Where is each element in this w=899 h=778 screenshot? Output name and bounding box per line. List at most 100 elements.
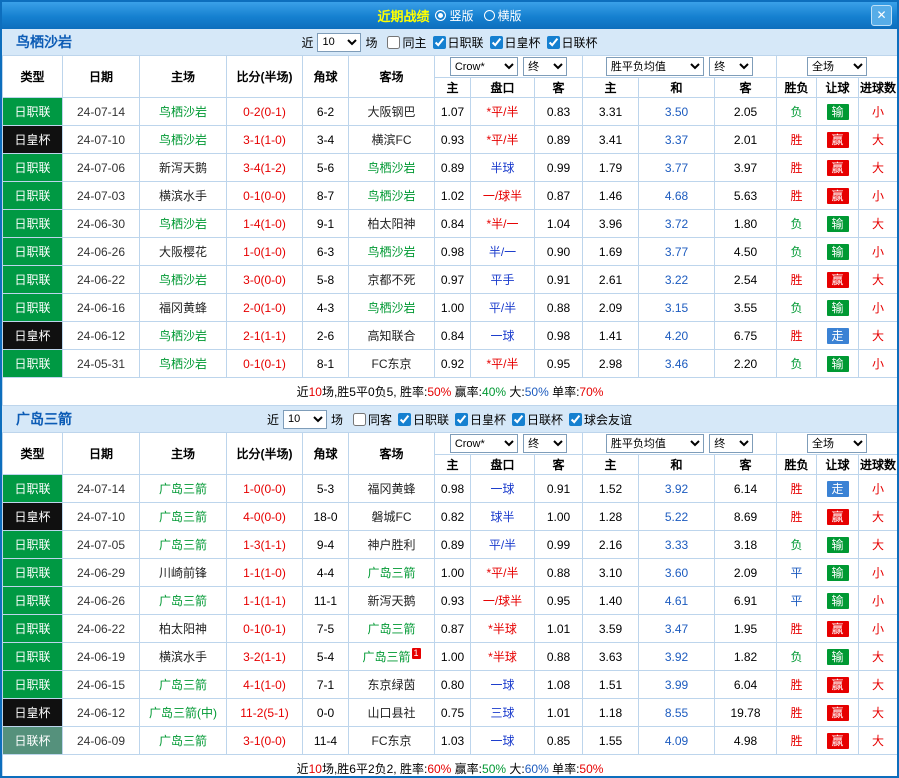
col-handicap-away: 客 bbox=[535, 455, 583, 475]
scope-select[interactable]: 全场 bbox=[807, 434, 867, 453]
asian-result: 赢 bbox=[817, 615, 859, 643]
avg-draw-odds: 3.60 bbox=[639, 559, 715, 587]
handicap-away-odds: 1.00 bbox=[535, 503, 583, 531]
score: 2-1(1-1) bbox=[227, 322, 303, 350]
summary-part: 50% bbox=[579, 762, 603, 776]
summary-part: 10 bbox=[309, 762, 322, 776]
avg-home-odds: 1.52 bbox=[583, 475, 639, 503]
avg-odds-select[interactable]: 胜平负均值 bbox=[606, 434, 704, 453]
match-date: 24-07-03 bbox=[63, 182, 140, 210]
filter-label: 日联杯 bbox=[562, 34, 598, 51]
home-team: 广岛三箭 bbox=[140, 587, 227, 615]
handicap-home-odds: 1.02 bbox=[435, 182, 471, 210]
avg-period-select[interactable]: 终 bbox=[709, 57, 753, 76]
filter-checkbox[interactable] bbox=[433, 36, 446, 49]
match-count-select[interactable]: 10 bbox=[317, 33, 361, 52]
avg-home-odds: 2.61 bbox=[583, 266, 639, 294]
result: 负 bbox=[777, 350, 817, 378]
handicap-period-select[interactable]: 终 bbox=[523, 434, 567, 453]
avg-home-odds: 3.31 bbox=[583, 98, 639, 126]
filter-checkbox[interactable] bbox=[512, 413, 525, 426]
bookmaker-select[interactable]: Crow* bbox=[450, 434, 518, 453]
avg-draw-odds: 3.77 bbox=[639, 154, 715, 182]
filter-checkbox[interactable] bbox=[398, 413, 411, 426]
match-count-select[interactable]: 10 bbox=[283, 410, 327, 429]
competition-type: 日职联 bbox=[3, 350, 63, 378]
asian-result-badge: 输 bbox=[827, 244, 849, 260]
avg-draw-odds: 3.92 bbox=[639, 643, 715, 671]
filter-日皇杯[interactable]: 日皇杯 bbox=[455, 411, 506, 428]
away-team: 鸟栖沙岩 bbox=[349, 154, 435, 182]
match-row: 日皇杯24-07-10鸟栖沙岩3-1(1-0)3-4横滨FC0.93*平/半0.… bbox=[3, 126, 898, 154]
avg-period-select[interactable]: 终 bbox=[709, 434, 753, 453]
avg-away-odds: 2.01 bbox=[715, 126, 777, 154]
handicap-away-odds: 0.95 bbox=[535, 350, 583, 378]
handicap-period-select[interactable]: 终 bbox=[523, 57, 567, 76]
goals-result: 小 bbox=[859, 182, 898, 210]
avg-odds-group-header: 胜平负均值 终 bbox=[583, 56, 777, 78]
red-card-badge: 1 bbox=[412, 648, 421, 659]
filter-同主[interactable]: 同主 bbox=[387, 34, 426, 51]
league-filters: 同主日职联日皇杯 日联杯 bbox=[381, 34, 597, 51]
asian-result: 赢 bbox=[817, 266, 859, 294]
filter-label: 日职联 bbox=[413, 411, 449, 428]
col-handicap-home: 主 bbox=[435, 455, 471, 475]
col-result: 胜负 bbox=[777, 78, 817, 98]
filter-日联杯[interactable]: 日联杯 bbox=[512, 411, 563, 428]
competition-type: 日联杯 bbox=[3, 727, 63, 755]
summary-part: 大: bbox=[506, 385, 525, 399]
filter-checkbox[interactable] bbox=[353, 413, 366, 426]
away-team: FC东京 bbox=[349, 727, 435, 755]
filter-日职联[interactable]: 日职联 bbox=[398, 411, 449, 428]
filter-checkbox[interactable] bbox=[569, 413, 582, 426]
layout-vertical-radio[interactable]: 竖版 bbox=[435, 7, 473, 24]
match-row: 日职联24-05-31鸟栖沙岩0-1(0-1)8-1FC东京0.92*平/半0.… bbox=[3, 350, 898, 378]
away-team: 广岛三箭 bbox=[349, 559, 435, 587]
asian-result: 赢 bbox=[817, 126, 859, 154]
close-button[interactable]: ✕ bbox=[871, 5, 892, 26]
layout-horizontal-radio[interactable]: 横版 bbox=[484, 7, 522, 24]
goals-result: 大 bbox=[859, 699, 898, 727]
filter-日联杯[interactable]: 日联杯 bbox=[547, 34, 598, 51]
summary-part: 近 bbox=[297, 762, 309, 776]
avg-home-odds: 2.09 bbox=[583, 294, 639, 322]
filter-球会友谊[interactable]: 球会友谊 bbox=[569, 411, 632, 428]
avg-odds-select[interactable]: 胜平负均值 bbox=[606, 57, 704, 76]
asian-result: 走 bbox=[817, 322, 859, 350]
filters-bar: 广岛三箭 近 10 场 同客日职联日皇杯日联杯球会友谊 bbox=[2, 406, 897, 432]
col-result: 胜负 bbox=[777, 455, 817, 475]
near-label: 近 bbox=[267, 411, 279, 428]
col-handicap-home: 主 bbox=[435, 78, 471, 98]
filter-同客[interactable]: 同客 bbox=[353, 411, 392, 428]
filter-checkbox[interactable] bbox=[547, 36, 560, 49]
filter-checkbox[interactable] bbox=[455, 413, 468, 426]
away-team: 鸟栖沙岩 bbox=[349, 238, 435, 266]
result: 负 bbox=[777, 98, 817, 126]
sections-container: 鸟栖沙岩 近 10 场 同主日职联日皇杯日联杯 类型 日期 主场 比分(半场 bbox=[2, 29, 897, 778]
handicap-home-odds: 1.07 bbox=[435, 98, 471, 126]
match-row: 日职联24-06-29川崎前锋1-1(1-0)4-4广岛三箭1.00*平/半0.… bbox=[3, 559, 898, 587]
avg-draw-odds: 3.22 bbox=[639, 266, 715, 294]
handicap-line: *半球 bbox=[471, 643, 535, 671]
filter-日皇杯[interactable]: 日皇杯 bbox=[490, 34, 541, 51]
competition-type: 日职联 bbox=[3, 643, 63, 671]
goals-result: 大 bbox=[859, 503, 898, 531]
handicap-away-odds: 1.01 bbox=[535, 615, 583, 643]
away-team: 广岛三箭1 bbox=[349, 643, 435, 671]
scope-select[interactable]: 全场 bbox=[807, 57, 867, 76]
titlebar: 近期战绩 竖版 横版 ✕ bbox=[2, 2, 897, 29]
bookmaker-select[interactable]: Crow* bbox=[450, 57, 518, 76]
asian-result-badge: 走 bbox=[827, 328, 849, 344]
competition-type: 日职联 bbox=[3, 98, 63, 126]
asian-result-badge: 输 bbox=[827, 356, 849, 372]
filter-日职联[interactable]: 日职联 bbox=[433, 34, 484, 51]
match-row: 日职联24-07-14鸟栖沙岩0-2(0-1)6-2大阪钢巴1.07*平/半0.… bbox=[3, 98, 898, 126]
filter-checkbox[interactable] bbox=[387, 36, 400, 49]
filter-checkbox[interactable] bbox=[490, 36, 503, 49]
summary-part: 场,胜6平2负2, 胜率: bbox=[322, 762, 427, 776]
result: 平 bbox=[777, 587, 817, 615]
match-row: 日职联24-06-26广岛三箭1-1(1-1)11-1新泻天鹅0.93一/球半0… bbox=[3, 587, 898, 615]
layout-toggle: 竖版 横版 bbox=[435, 7, 521, 24]
handicap-line: 平/半 bbox=[471, 294, 535, 322]
col-type: 类型 bbox=[3, 56, 63, 98]
